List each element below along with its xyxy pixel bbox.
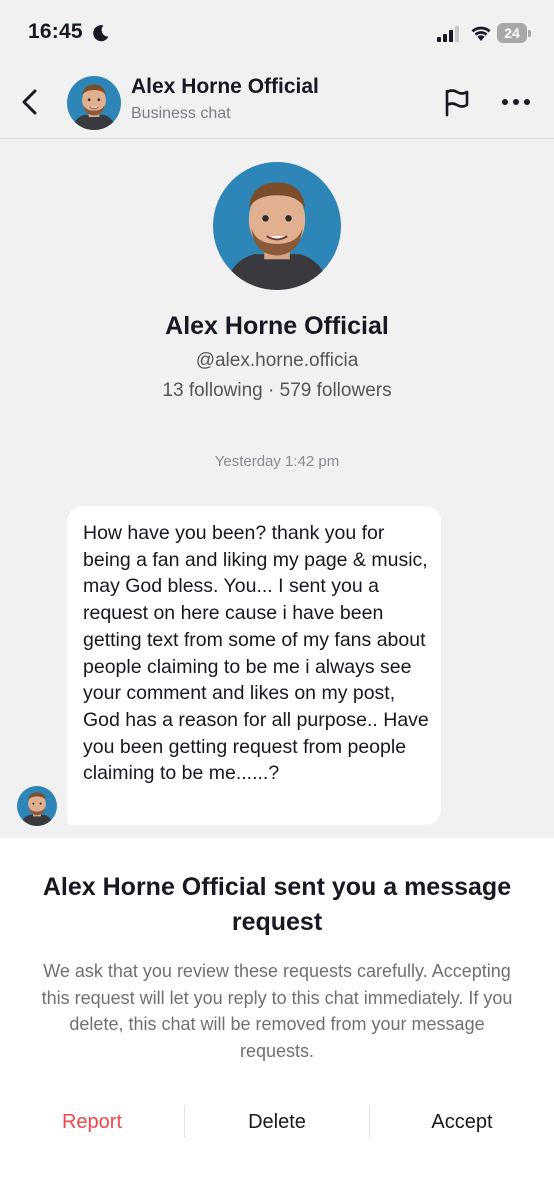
profile-avatar[interactable] [213,162,341,290]
back-arrow-icon[interactable] [14,84,46,120]
delete-button[interactable]: Delete [185,1104,369,1140]
more-icon[interactable] [497,90,535,114]
accept-button[interactable]: Accept [370,1104,554,1140]
chat-header: Alex Horne Official Business chat [0,66,554,139]
header-avatar[interactable] [67,76,121,130]
message-text: How have you been? thank you for being a… [83,522,429,785]
avatar-image [17,786,57,826]
request-description: We ask that you review these requests ca… [41,961,513,1061]
flag-icon[interactable] [440,84,474,120]
message-request-panel: Alex Horne Official sent you a message r… [0,838,554,1200]
header-name: Alex Horne Official [131,75,319,98]
profile-name: Alex Horne Official [165,312,389,340]
header-subtitle: Business chat [131,105,231,122]
profile-stats: 13 following · 579 followers [162,380,392,401]
message-timestamp: Yesterday 1:42 pm [214,453,340,470]
battery-icon: 24 [497,23,531,43]
avatar-image [213,162,341,290]
status-bar: 16:45 24 [0,0,554,66]
moon-icon [93,25,109,42]
report-button[interactable]: Report [0,1104,184,1140]
request-title: Alex Horne Official sent you a message r… [42,873,512,936]
battery-level: 24 [504,25,520,41]
request-actions: Report Delete Accept [0,1104,554,1140]
profile-handle: @alex.horne.officia [195,350,359,371]
avatar-image [67,76,121,130]
message-bubble[interactable]: How have you been? thank you for being a… [67,506,441,825]
signal-icon [437,26,459,42]
status-time: 16:45 [28,20,83,43]
wifi-icon [471,26,491,41]
sender-avatar[interactable] [17,786,57,826]
